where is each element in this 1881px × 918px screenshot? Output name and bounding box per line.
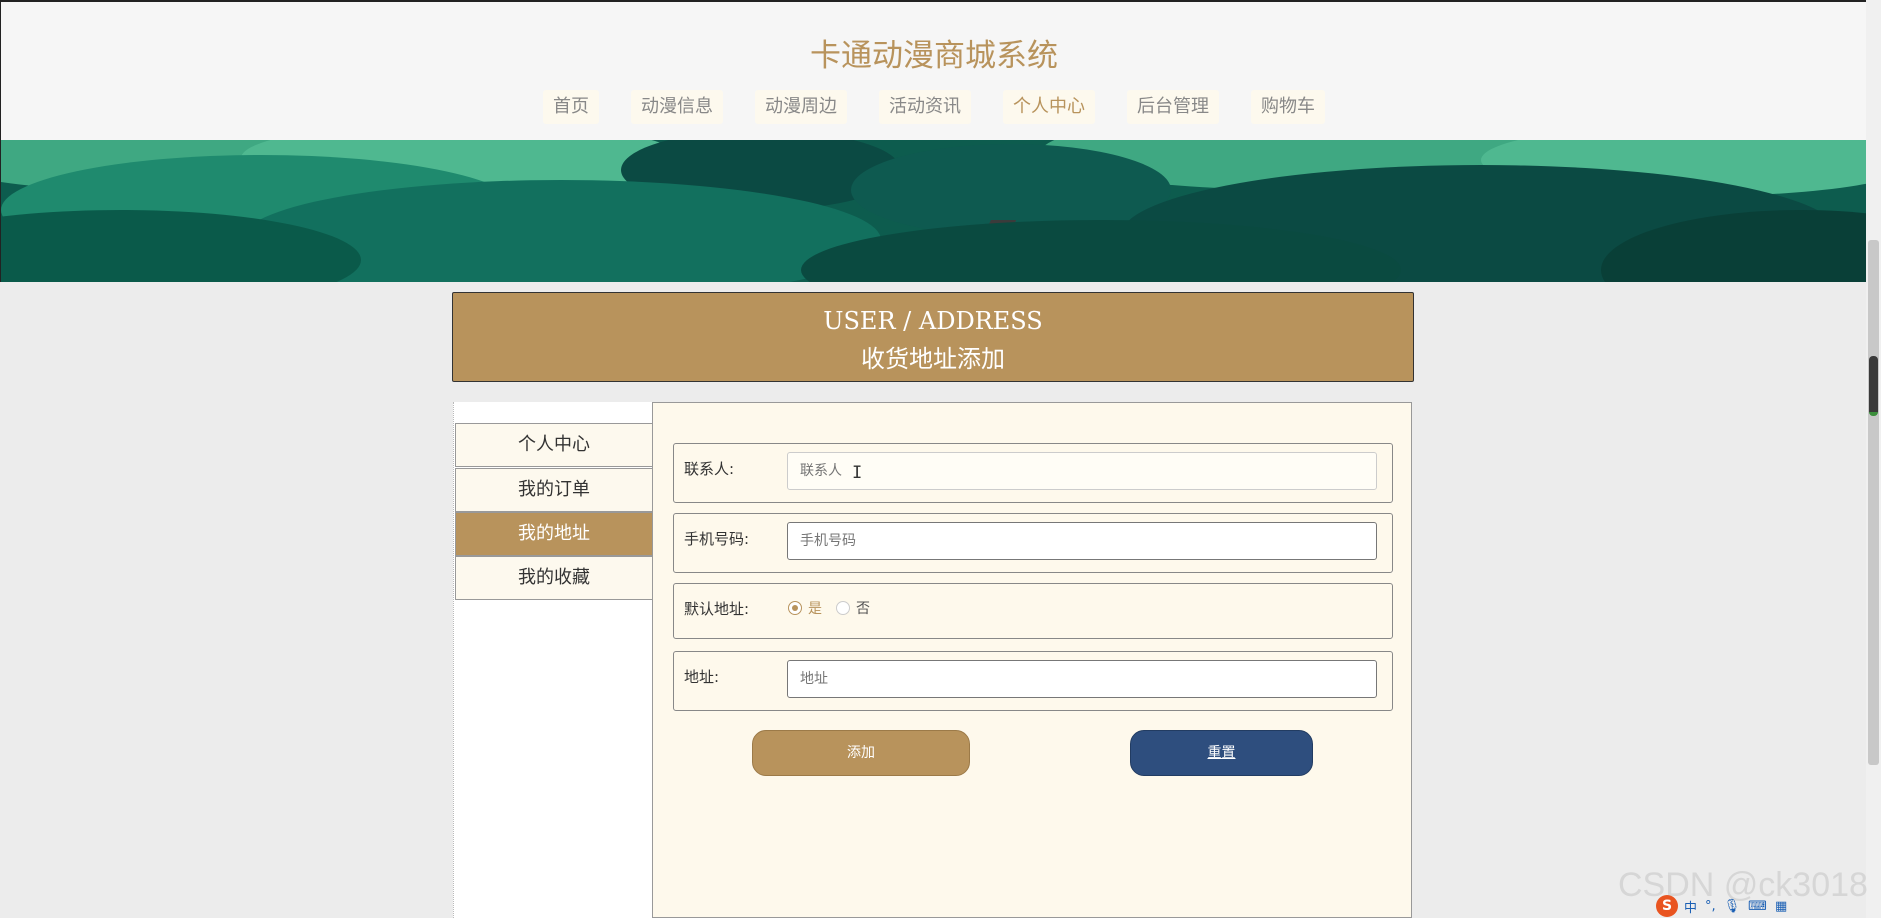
banner-image <box>0 140 1867 282</box>
phone-label: 手机号码: <box>684 530 750 548</box>
ime-toolbar[interactable]: S 中 °, 🎙 ⌨ ▦ <box>1656 894 1795 918</box>
sidebar-item-my-orders[interactable]: 我的订单 <box>455 468 653 512</box>
text-cursor-icon: I <box>852 463 863 483</box>
contact-label: 联系人: <box>684 460 735 478</box>
main-nav: 首页 动漫信息 动漫周边 活动资讯 个人中心 后台管理 购物车 <box>1 90 1867 124</box>
punctuation-icon[interactable]: °, <box>1705 899 1716 914</box>
page-title-zh: 收货地址添加 <box>861 345 1005 373</box>
default-address-label: 默认地址: <box>684 600 750 618</box>
default-yes-label[interactable]: 是 <box>808 598 822 618</box>
keyboard-icon[interactable]: ⌨ <box>1748 899 1767 914</box>
nav-home[interactable]: 首页 <box>543 90 599 124</box>
default-no-label[interactable]: 否 <box>856 598 870 618</box>
default-address-radio-group: 是 否 <box>788 598 884 618</box>
scrollbar-marker <box>1869 356 1878 416</box>
site-title: 卡通动漫商城系统 <box>810 38 1058 74</box>
nav-events[interactable]: 活动资讯 <box>879 90 971 124</box>
nav-admin[interactable]: 后台管理 <box>1127 90 1219 124</box>
sidebar-item-my-favorites[interactable]: 我的收藏 <box>455 556 653 600</box>
grid-menu-icon[interactable]: ▦ <box>1775 899 1787 914</box>
ime-mode-label[interactable]: 中 <box>1684 897 1697 916</box>
address-row: 地址: <box>673 651 1393 711</box>
scrollbar-thumb[interactable] <box>1868 240 1879 765</box>
page-scrollbar[interactable] <box>1866 0 1881 918</box>
address-form: 联系人: 手机号码: 默认地址: 是 否 地址: <box>652 402 1412 918</box>
phone-row: 手机号码: <box>673 513 1393 573</box>
sidebar-item-my-address[interactable]: 我的地址 <box>455 512 653 556</box>
page-title-en: USER / ADDRESS <box>823 307 1043 335</box>
nav-cart[interactable]: 购物车 <box>1251 90 1325 124</box>
default-address-row: 默认地址: 是 否 <box>673 583 1393 639</box>
address-label: 地址: <box>684 668 720 686</box>
contact-row: 联系人: <box>673 443 1393 503</box>
default-yes-radio[interactable] <box>788 601 802 615</box>
sidebar-item-user-center[interactable]: 个人中心 <box>455 423 653 467</box>
reset-button[interactable]: 重置 <box>1130 730 1313 776</box>
nav-anime-info[interactable]: 动漫信息 <box>631 90 723 124</box>
nav-anime-merch[interactable]: 动漫周边 <box>755 90 847 124</box>
header: 卡通动漫商城系统 首页 动漫信息 动漫周边 活动资讯 个人中心 后台管理 购物车 <box>0 0 1867 142</box>
contact-input[interactable] <box>787 452 1377 490</box>
ime-logo-icon[interactable]: S <box>1656 895 1678 917</box>
address-input[interactable] <box>787 660 1377 698</box>
sidebar: 个人中心 我的订单 我的地址 我的收藏 <box>453 402 653 918</box>
phone-input[interactable] <box>787 522 1377 560</box>
default-no-radio[interactable] <box>836 601 850 615</box>
microphone-icon[interactable]: 🎙 <box>1724 899 1741 914</box>
nav-user-center[interactable]: 个人中心 <box>1003 90 1095 124</box>
page-title: USER / ADDRESS 收货地址添加 <box>452 292 1414 382</box>
add-button[interactable]: 添加 <box>752 730 970 776</box>
